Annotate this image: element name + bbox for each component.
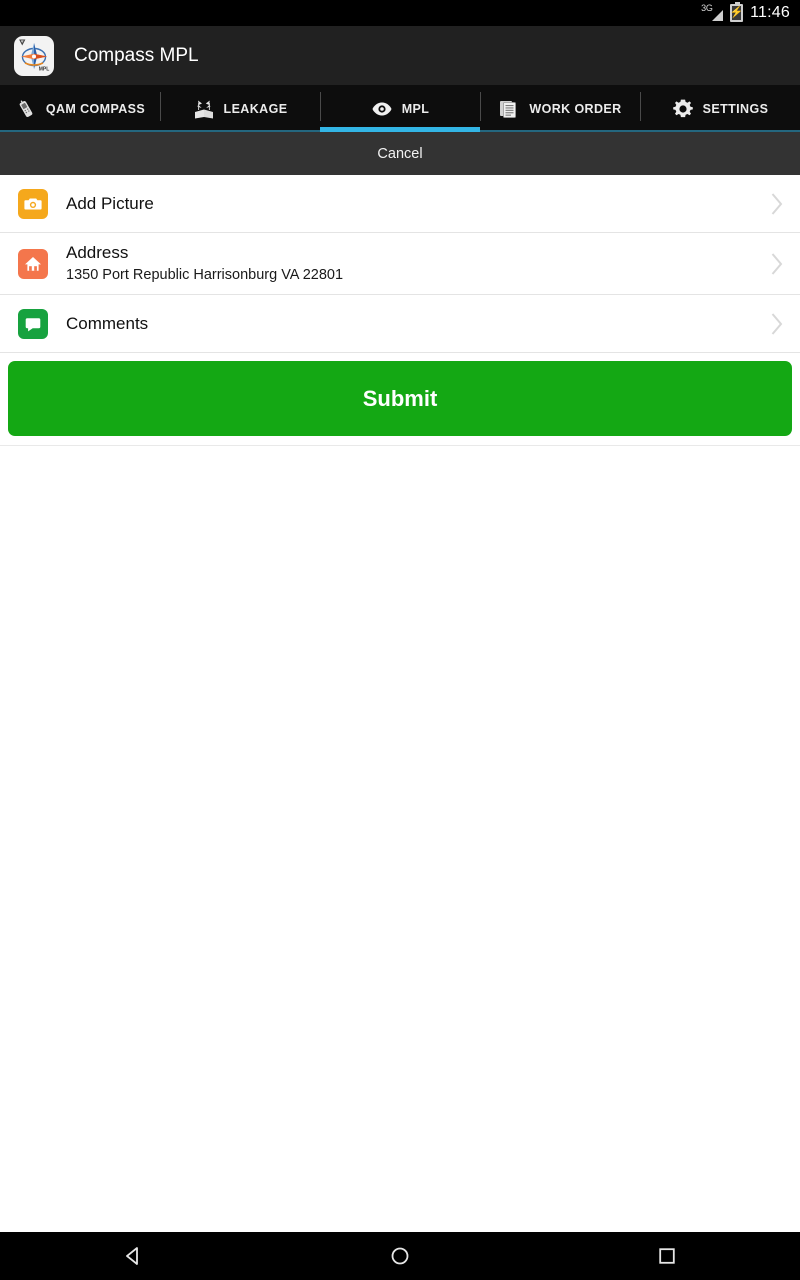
charging-bolt: ⚡ — [729, 6, 744, 19]
tab-work-order[interactable]: WORK ORDER — [480, 85, 640, 132]
signal-bars — [712, 9, 724, 21]
list-item-address[interactable]: Address 1350 Port Republic Harrisonburg … — [0, 233, 800, 295]
submit-button-container: Submit — [0, 353, 800, 446]
tab-underline — [640, 130, 800, 132]
signal-meter-icon — [15, 98, 37, 120]
action-bar: ! MPL Compass MPL — [0, 26, 800, 85]
tab-settings[interactable]: SETTINGS — [640, 85, 800, 132]
list-item-comments[interactable]: Comments — [0, 295, 800, 353]
cancel-label: Cancel — [377, 145, 423, 162]
leakage-flags-icon — [193, 98, 215, 120]
tab-label: WORK ORDER — [529, 101, 622, 116]
back-icon[interactable] — [73, 1232, 193, 1280]
battery-charging-icon: ⚡ — [729, 2, 744, 22]
list-item-text: Add Picture — [66, 193, 768, 214]
gear-icon — [672, 98, 694, 120]
tab-underline — [160, 130, 320, 132]
tab-underline-active — [320, 127, 480, 132]
list-item-subtitle: 1350 Port Republic Harrisonburg VA 22801 — [66, 267, 344, 283]
signal-icon: 3G — [701, 2, 724, 22]
tab-underline — [480, 130, 640, 132]
form-list: Add Picture Address 1350 Port Republic H… — [0, 175, 800, 353]
tab-label: LEAKAGE — [223, 101, 288, 116]
home-icon — [18, 248, 48, 279]
list-item-title: Address — [66, 243, 129, 262]
tab-label: QAM COMPASS — [45, 101, 146, 116]
list-item-title: Add Picture — [66, 194, 154, 213]
status-bar-clock: 11:46 — [750, 4, 790, 21]
svg-text:!: ! — [22, 40, 23, 44]
android-nav-bar — [0, 1232, 800, 1280]
empty-content-area — [0, 446, 800, 1232]
chevron-right-icon[interactable] — [768, 310, 786, 338]
chevron-right-icon[interactable] — [768, 190, 786, 218]
list-item-add-picture[interactable]: Add Picture — [0, 175, 800, 233]
list-item-text: Comments — [66, 313, 768, 334]
compass-mpl-app-icon: ! MPL — [14, 35, 54, 76]
tab-underline — [0, 130, 160, 132]
cancel-button[interactable]: Cancel — [0, 132, 800, 175]
camera-icon — [18, 188, 48, 219]
tab-label: SETTINGS — [702, 101, 769, 116]
tab-qam-compass[interactable]: QAM COMPASS — [0, 85, 160, 132]
tab-leakage[interactable]: LEAKAGE — [160, 85, 320, 132]
list-item-title: Comments — [66, 314, 149, 333]
documents-icon — [498, 98, 520, 120]
status-bar-icons: 3G ⚡ 11:46 — [701, 2, 790, 22]
svg-text:MPL: MPL — [39, 66, 50, 72]
app-root: 3G ⚡ 11:46 ! MPL Compass MPL QAM COMPASS… — [0, 0, 800, 1280]
status-bar: 3G ⚡ 11:46 — [0, 0, 800, 26]
eye-icon — [371, 98, 393, 120]
tab-label: MPL — [401, 101, 430, 116]
network-type-label: 3G — [701, 2, 713, 13]
page-title: Compass MPL — [74, 44, 199, 66]
chevron-right-icon[interactable] — [768, 250, 786, 278]
list-item-text: Address 1350 Port Republic Harrisonburg … — [66, 242, 768, 285]
home-icon[interactable] — [340, 1232, 460, 1280]
submit-button[interactable]: Submit — [8, 361, 792, 436]
comment-bubble-icon — [18, 308, 48, 339]
tab-bar: QAM COMPASS LEAKAGE MPL WORK ORDER SETTI… — [0, 85, 800, 132]
tab-mpl[interactable]: MPL — [320, 85, 480, 132]
recents-icon[interactable] — [607, 1232, 727, 1280]
